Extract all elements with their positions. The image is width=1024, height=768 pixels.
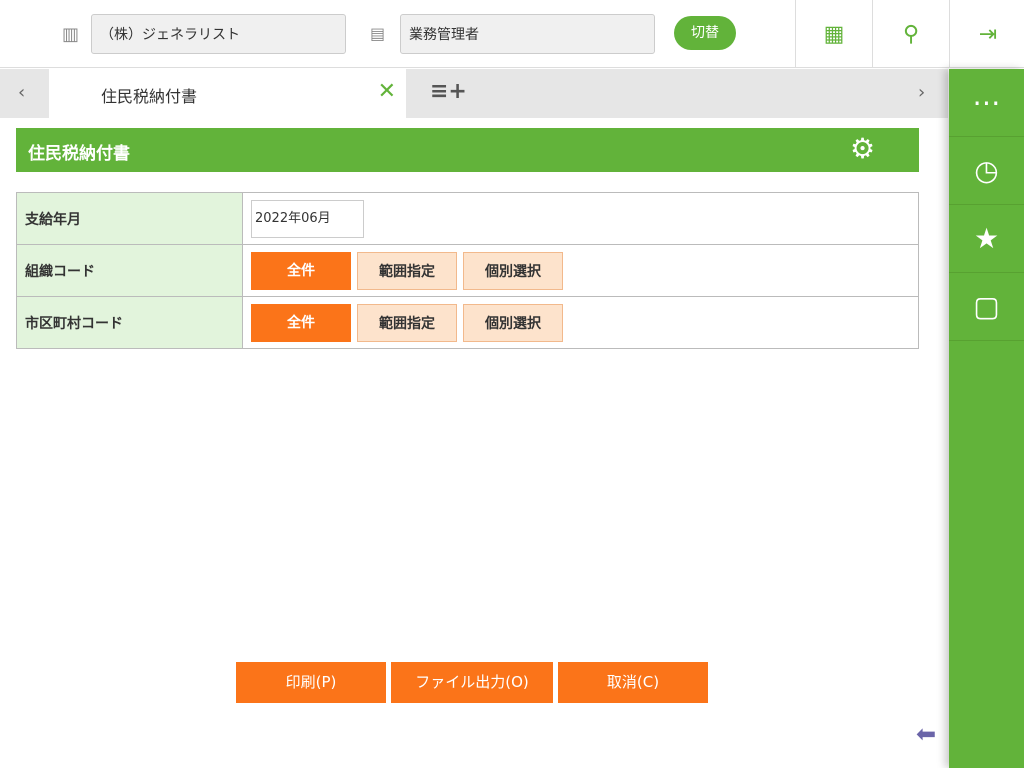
row-label: 支給年月 <box>16 192 243 245</box>
city-all-button[interactable]: 全件 <box>251 303 351 342</box>
history-icon[interactable]: ◷ <box>949 137 1024 205</box>
org-individual-button[interactable]: 個別選択 <box>463 251 563 290</box>
city-range-button[interactable]: 範囲指定 <box>357 303 457 342</box>
tab-bar: ‹ 住民税納付書 ✕ ≡+ › <box>0 69 948 118</box>
inbox-icon[interactable]: ▢ <box>949 273 1024 341</box>
tab-next-icon[interactable]: › <box>918 82 925 103</box>
city-individual-button[interactable]: 個別選択 <box>463 303 563 342</box>
print-button[interactable]: 印刷(P) <box>236 662 386 703</box>
panel-title: 住民税納付書 <box>28 144 130 164</box>
file-output-button[interactable]: ファイル出力(O) <box>391 662 553 703</box>
star-icon[interactable]: ★ <box>949 205 1024 273</box>
form-table: 支給年月 2022年06月 組織コード 全件 範囲指定 個別選択 市区町村コード 全… <box>16 192 919 349</box>
row-label: 組織コード <box>16 244 243 297</box>
pay-month-input[interactable]: 2022年06月 <box>251 199 364 238</box>
table-row: 支給年月 2022年06月 <box>16 192 919 245</box>
close-icon[interactable]: ✕ <box>378 79 396 104</box>
search-icon[interactable]: ⚲ <box>872 0 949 68</box>
org-range-button[interactable]: 範囲指定 <box>357 251 457 290</box>
tab-label: 住民税納付書 <box>101 87 198 106</box>
panel-title-bar: 住民税納付書 ⚙ <box>16 128 919 172</box>
cancel-button[interactable]: 取消(C) <box>558 662 708 703</box>
company-field[interactable]: （株）ジェネラリスト <box>91 14 346 54</box>
right-sidebar: ⋯ ◷ ★ ▢ <box>949 69 1024 768</box>
add-tab-icon[interactable]: ≡+ <box>430 79 467 104</box>
clipboard-icon: ▤ <box>370 24 386 43</box>
org-all-button[interactable]: 全件 <box>251 251 351 290</box>
tab-prev-icon[interactable]: ‹ <box>18 82 25 103</box>
building-icon: ▥ <box>62 24 80 45</box>
more-icon[interactable]: ⋯ <box>949 69 1024 137</box>
logout-icon[interactable]: ⇥ <box>949 0 1024 68</box>
switch-button[interactable]: 切替 <box>674 16 736 50</box>
apps-grid-icon[interactable]: ▦ <box>795 0 872 68</box>
role-field[interactable]: 業務管理者 <box>400 14 655 54</box>
collapse-arrow-icon[interactable]: ⬅ <box>916 720 936 748</box>
tab-active[interactable]: 住民税納付書 ✕ <box>49 69 406 118</box>
gear-icon[interactable]: ⚙ <box>850 132 875 165</box>
row-label: 市区町村コード <box>16 296 243 349</box>
table-row: 市区町村コード 全件 範囲指定 個別選択 <box>16 296 919 349</box>
top-bar: ▥ （株）ジェネラリスト ▤ 業務管理者 切替 ▦ ⚲ ⇥ <box>0 0 1024 68</box>
table-row: 組織コード 全件 範囲指定 個別選択 <box>16 244 919 297</box>
